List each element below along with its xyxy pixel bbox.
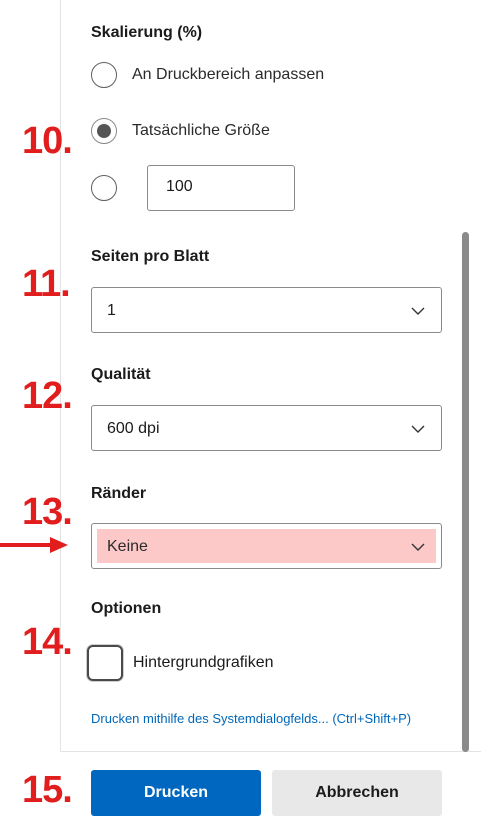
print-button[interactable]: Drucken [91,770,261,816]
quality-value: 600 dpi [107,420,160,437]
pages-per-sheet-select[interactable]: 1 [91,287,442,333]
radio-custom-scale[interactable] [91,175,117,201]
radio-fit-label: An Druckbereich anpassen [132,66,325,83]
cancel-button[interactable]: Abbrechen [272,770,442,816]
radio-fit-to-print-area[interactable] [91,62,117,88]
scrollbar-thumb[interactable] [462,232,469,752]
background-graphics-label: Hintergrundgrafiken [133,654,274,671]
step-label-10: 10. [22,120,73,162]
chevron-down-icon [411,307,425,315]
margins-heading: Ränder [91,485,147,502]
radio-actual-size[interactable] [91,118,117,144]
custom-scale-input[interactable]: 100 [147,165,295,211]
step-label-14: 14. [22,621,73,663]
quality-heading: Qualität [91,366,151,383]
scaling-heading: Skalierung (%) [91,24,203,41]
step-label-12: 12. [22,375,73,417]
chevron-down-icon [411,425,425,433]
pages-per-sheet-value: 1 [107,302,116,319]
step-label-11: 11. [22,263,71,305]
step-label-15: 15. [22,769,73,811]
red-arrow-icon [0,537,68,553]
quality-select[interactable]: 600 dpi [91,405,442,451]
margins-value: Keine [107,538,148,555]
background-graphics-checkbox[interactable] [87,645,123,681]
step-label-13: 13. [22,491,73,533]
options-heading: Optionen [91,600,162,617]
margins-select[interactable]: Keine [91,523,442,569]
chevron-down-icon [411,543,425,551]
radio-actual-size-label: Tatsächliche Größe [132,122,270,139]
panel-bottom-border [60,751,481,752]
system-dialog-link[interactable]: Drucken mithilfe des Systemdialogfelds..… [91,711,463,726]
pages-per-sheet-heading: Seiten pro Blatt [91,248,210,265]
